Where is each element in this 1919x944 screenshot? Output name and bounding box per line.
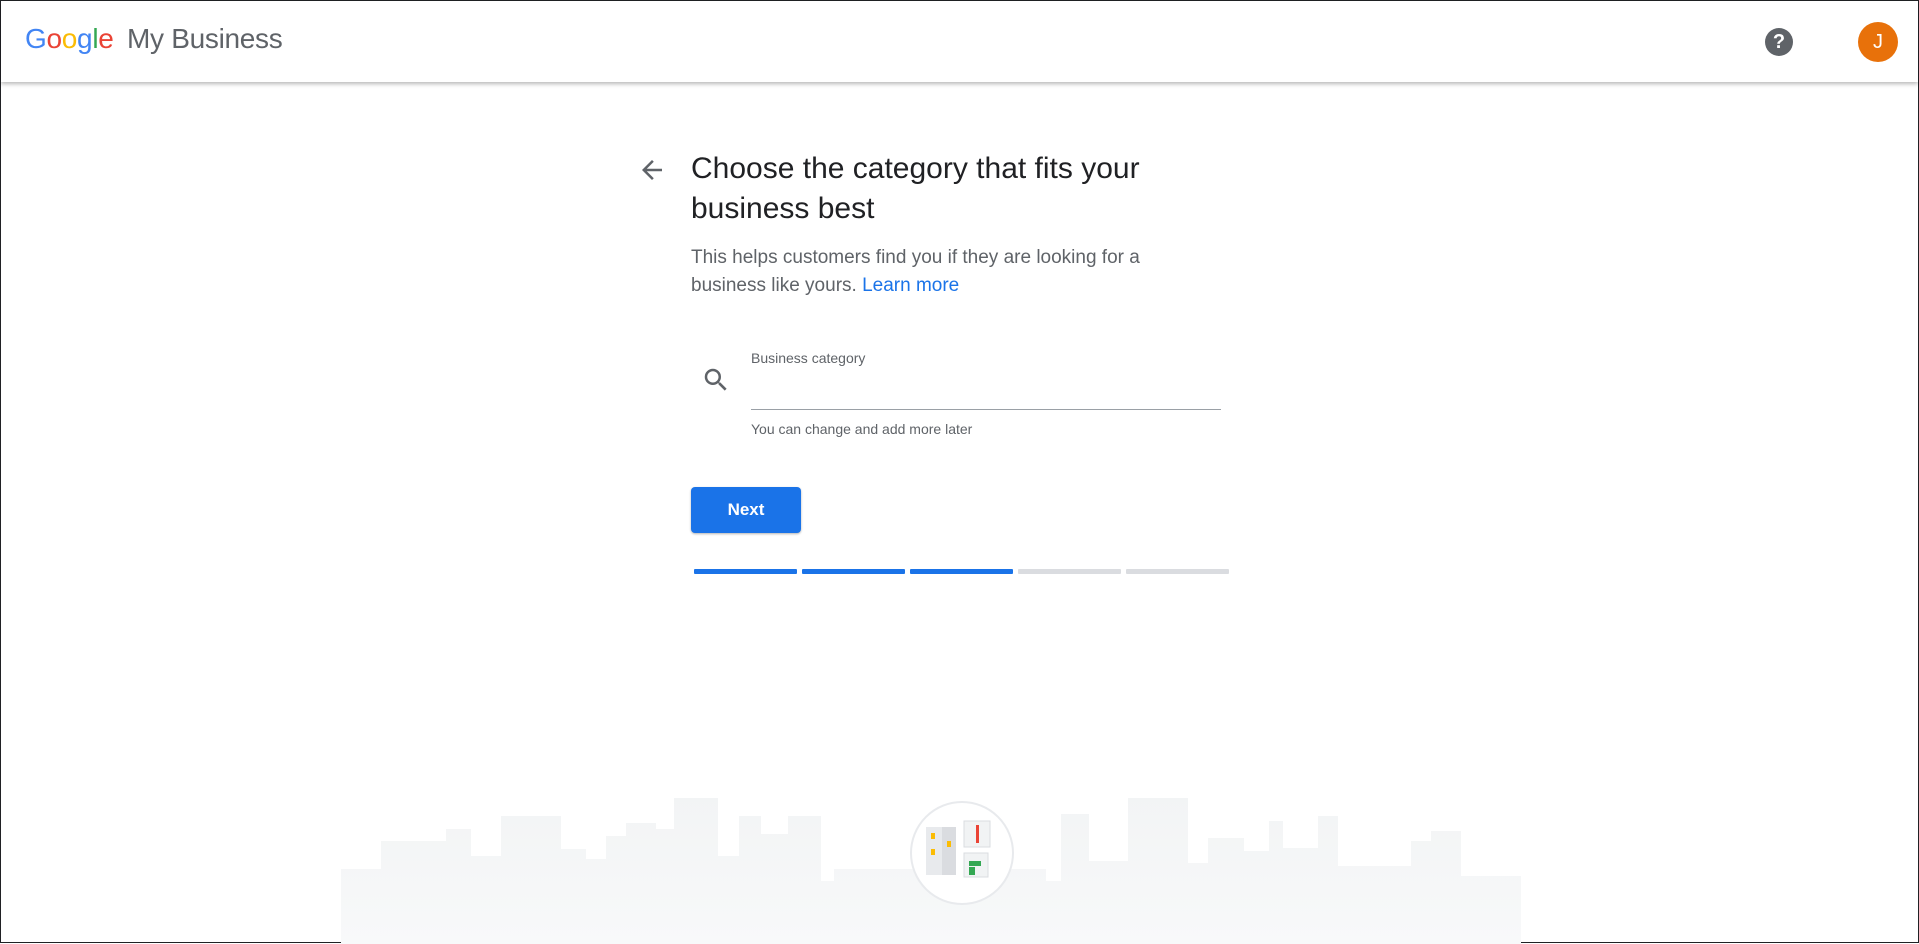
logo-letter: o	[61, 23, 78, 54]
top-app-bar: Google My Business ? J	[1, 1, 1918, 82]
step-progress-bar	[694, 569, 1230, 574]
field-helper-text: You can change and add more later	[751, 421, 973, 437]
learn-more-link[interactable]: Learn more	[862, 275, 959, 296]
back-arrow-icon[interactable]	[637, 155, 667, 185]
page-title: Choose the category that fits your busin…	[691, 152, 1140, 225]
logo-letter: g	[77, 23, 93, 54]
progress-step-4	[1018, 569, 1121, 574]
storefront-icon	[926, 820, 991, 878]
business-category-input[interactable]	[751, 371, 1221, 410]
google-wordmark: Google	[25, 23, 114, 54]
progress-step-2	[802, 569, 905, 574]
progress-step-5	[1126, 569, 1229, 574]
account-avatar[interactable]: J	[1858, 22, 1898, 62]
search-icon	[701, 365, 731, 395]
progress-step-3	[910, 569, 1013, 574]
logo-letter: e	[98, 23, 114, 54]
storefront-illustration	[910, 801, 1014, 905]
logo-letter: G	[25, 23, 47, 54]
help-icon[interactable]: ?	[1765, 28, 1793, 56]
progress-step-1	[694, 569, 797, 574]
logo-letter: o	[46, 23, 62, 54]
business-category-label: Business category	[751, 350, 866, 366]
page-subtitle: This helps customers find you if they ar…	[691, 244, 1211, 300]
google-my-business-logo[interactable]: Google My Business	[25, 23, 283, 55]
product-name: My Business	[127, 23, 283, 54]
next-button[interactable]: Next	[691, 487, 801, 533]
